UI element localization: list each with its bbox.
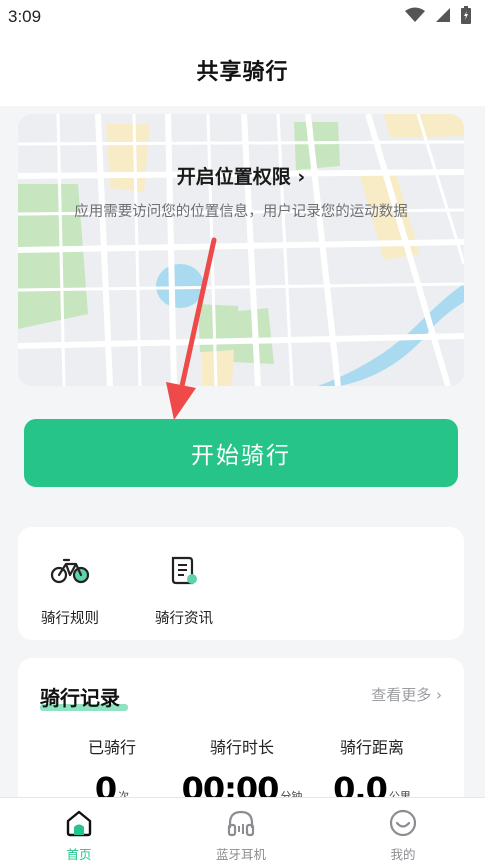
- tab-bluetooth-headphones-label: 蓝牙耳机: [215, 847, 266, 861]
- page-title: 共享骑行: [196, 60, 289, 85]
- bottom-tab-bar: 首页 蓝牙耳机 我的: [0, 797, 485, 861]
- news-icon: [164, 555, 204, 587]
- map-background: [18, 114, 464, 386]
- see-more-link[interactable]: 查看更多 ›: [371, 684, 442, 705]
- status-time: 3:09: [8, 7, 42, 26]
- bicycle-icon: [50, 555, 90, 587]
- stat-label: 已骑行: [87, 738, 136, 757]
- records-title: 骑行记录: [40, 682, 128, 711]
- riding-news-label: 骑行资讯: [155, 611, 213, 627]
- battery-icon: [461, 6, 471, 28]
- riding-news-link[interactable]: 骑行资讯: [134, 527, 234, 640]
- riding-records-card: 骑行记录 查看更多 › 已骑行 0次 骑行时长 00:00分钟 骑行距离 0.0…: [18, 658, 464, 818]
- signal-icon: [435, 7, 451, 27]
- records-title-text: 骑行记录: [40, 686, 120, 710]
- tab-home-label: 首页: [66, 847, 92, 861]
- wifi-icon: [405, 7, 425, 27]
- status-icons: [405, 6, 471, 28]
- stat-label: 骑行时长: [209, 738, 274, 757]
- status-bar: 3:09: [0, 0, 485, 34]
- tab-mine[interactable]: 我的: [343, 798, 463, 861]
- tab-home[interactable]: 首页: [19, 798, 139, 861]
- riding-rules-label: 骑行规则: [41, 611, 99, 627]
- stat-label: 骑行距离: [339, 738, 404, 757]
- location-permission-link[interactable]: 开启位置权限 ›: [18, 162, 464, 189]
- app-header: 共享骑行: [0, 34, 485, 106]
- tab-bluetooth-headphones[interactable]: 蓝牙耳机: [181, 798, 301, 861]
- location-permission-description: 应用需要访问您的位置信息，用户记录您的运动数据: [74, 204, 408, 220]
- quick-links-card: 骑行规则 骑行资讯: [18, 527, 464, 640]
- location-permission-card[interactable]: 开启位置权限 › 应用需要访问您的位置信息，用户记录您的运动数据: [18, 114, 464, 386]
- riding-rules-link[interactable]: 骑行规则: [20, 527, 120, 640]
- home-icon: [64, 808, 94, 838]
- headphones-icon: [226, 808, 256, 838]
- tab-mine-label: 我的: [390, 847, 416, 861]
- start-riding-button[interactable]: 开始骑行: [24, 419, 458, 487]
- smile-icon: [388, 808, 418, 838]
